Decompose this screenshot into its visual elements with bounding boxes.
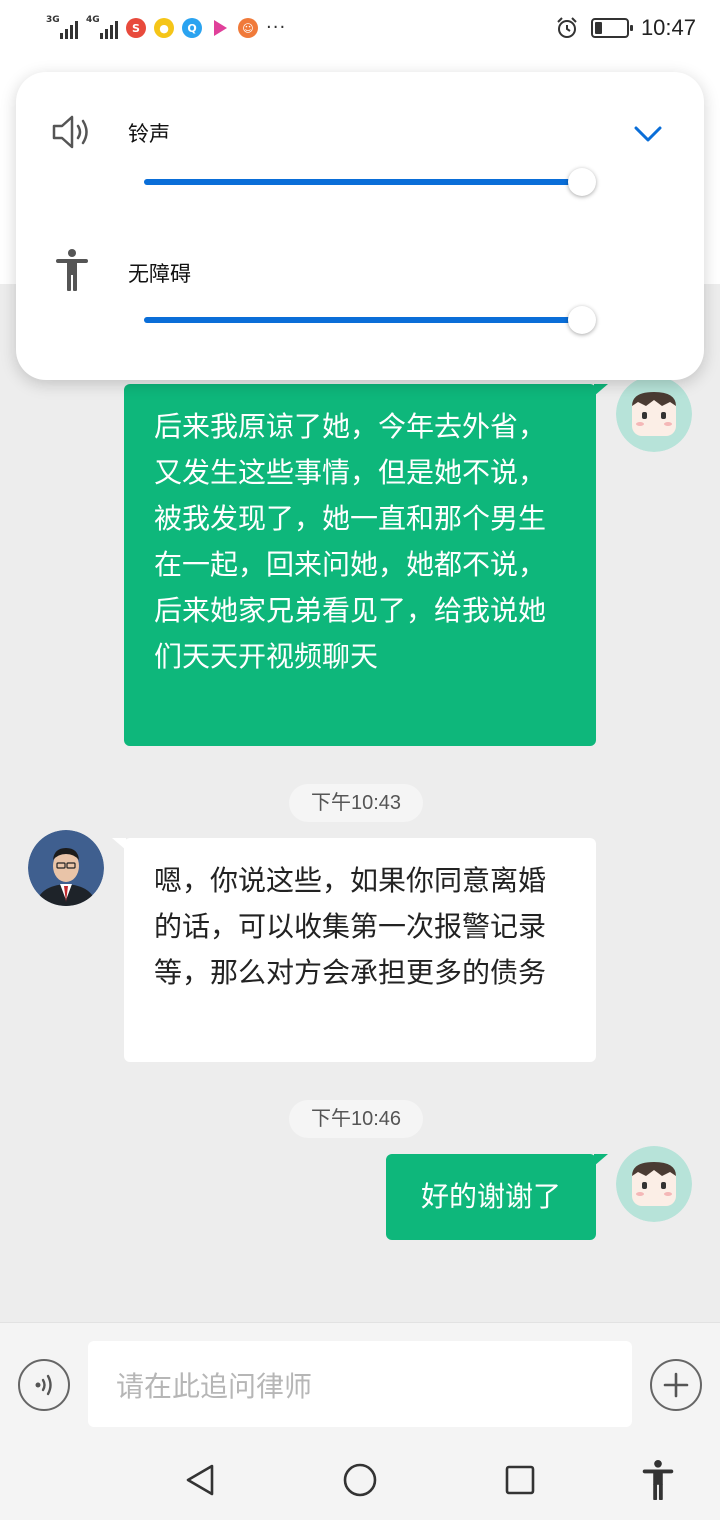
accessibility-button[interactable] (638, 1459, 678, 1501)
accessibility-volume-slider[interactable] (144, 306, 596, 334)
plus-icon (663, 1372, 689, 1398)
play-icon (210, 18, 230, 38)
battery-icon (590, 18, 633, 38)
back-button[interactable] (180, 1460, 220, 1500)
signal-icon: 4G (86, 15, 118, 39)
ringtone-label: 铃声 (128, 122, 170, 146)
voice-icon (35, 1374, 52, 1396)
slider-thumb[interactable] (568, 168, 596, 196)
status-right: 10:47 (555, 14, 696, 42)
weibo-icon: S (126, 18, 146, 38)
my-avatar[interactable] (616, 376, 692, 452)
home-circle-icon (343, 1463, 377, 1497)
input-bar: 请在此追问律师 (0, 1322, 720, 1440)
accessibility-label: 无障碍 (128, 262, 191, 286)
recents-button[interactable] (500, 1460, 540, 1500)
voice-input-button[interactable] (18, 1359, 70, 1411)
app-notification-icon: ● (154, 18, 174, 38)
add-button[interactable] (650, 1359, 702, 1411)
signal-type-label: 3G (46, 15, 60, 25)
status-left: 3G 4G S ● Q ☺ ··· (46, 14, 286, 42)
message-bubble-sent[interactable]: 后来我原谅了她，今年去外省，又发生这些事情，但是她不说，被我发现了，她一直和那个… (124, 384, 608, 746)
lawyer-avatar[interactable] (28, 830, 104, 906)
signal-type-label: 4G (86, 15, 100, 25)
app-notification-icon: Q (182, 18, 202, 38)
volume-panel: 铃声 无障碍 (16, 72, 704, 380)
slider-thumb[interactable] (568, 306, 596, 334)
battery-level (594, 22, 603, 34)
ringtone-volume-slider[interactable] (144, 168, 596, 196)
my-avatar[interactable] (616, 1146, 692, 1222)
accessibility-icon (642, 1459, 674, 1501)
question-input[interactable]: 请在此追问律师 (88, 1341, 632, 1427)
chevron-down-icon[interactable] (630, 116, 666, 152)
signal-icon: 3G (46, 15, 78, 39)
alarm-icon (555, 16, 579, 40)
speaker-icon (50, 110, 94, 154)
recents-square-icon (505, 1465, 535, 1495)
navigation-bar (0, 1440, 720, 1520)
message-bubble-sent[interactable]: 好的谢谢了 (386, 1154, 608, 1240)
input-placeholder: 请在此追问律师 (116, 1370, 313, 1403)
home-button[interactable] (340, 1460, 380, 1500)
back-triangle-icon (186, 1464, 214, 1496)
message-bubble-received[interactable]: 嗯，你说这些，如果你同意离婚的话，可以收集第一次报警记录等，那么对方会承担更多的… (112, 838, 596, 1062)
status-bar: 3G 4G S ● Q ☺ ··· 10:47 (0, 0, 720, 56)
message-timestamp: 下午10:46 (289, 1100, 424, 1138)
accessibility-icon (50, 248, 94, 292)
more-notifications-icon: ··· (266, 17, 287, 38)
app-notification-icon: ☺ (238, 18, 258, 38)
clock: 10:47 (640, 15, 696, 40)
message-timestamp: 下午10:43 (289, 784, 424, 822)
